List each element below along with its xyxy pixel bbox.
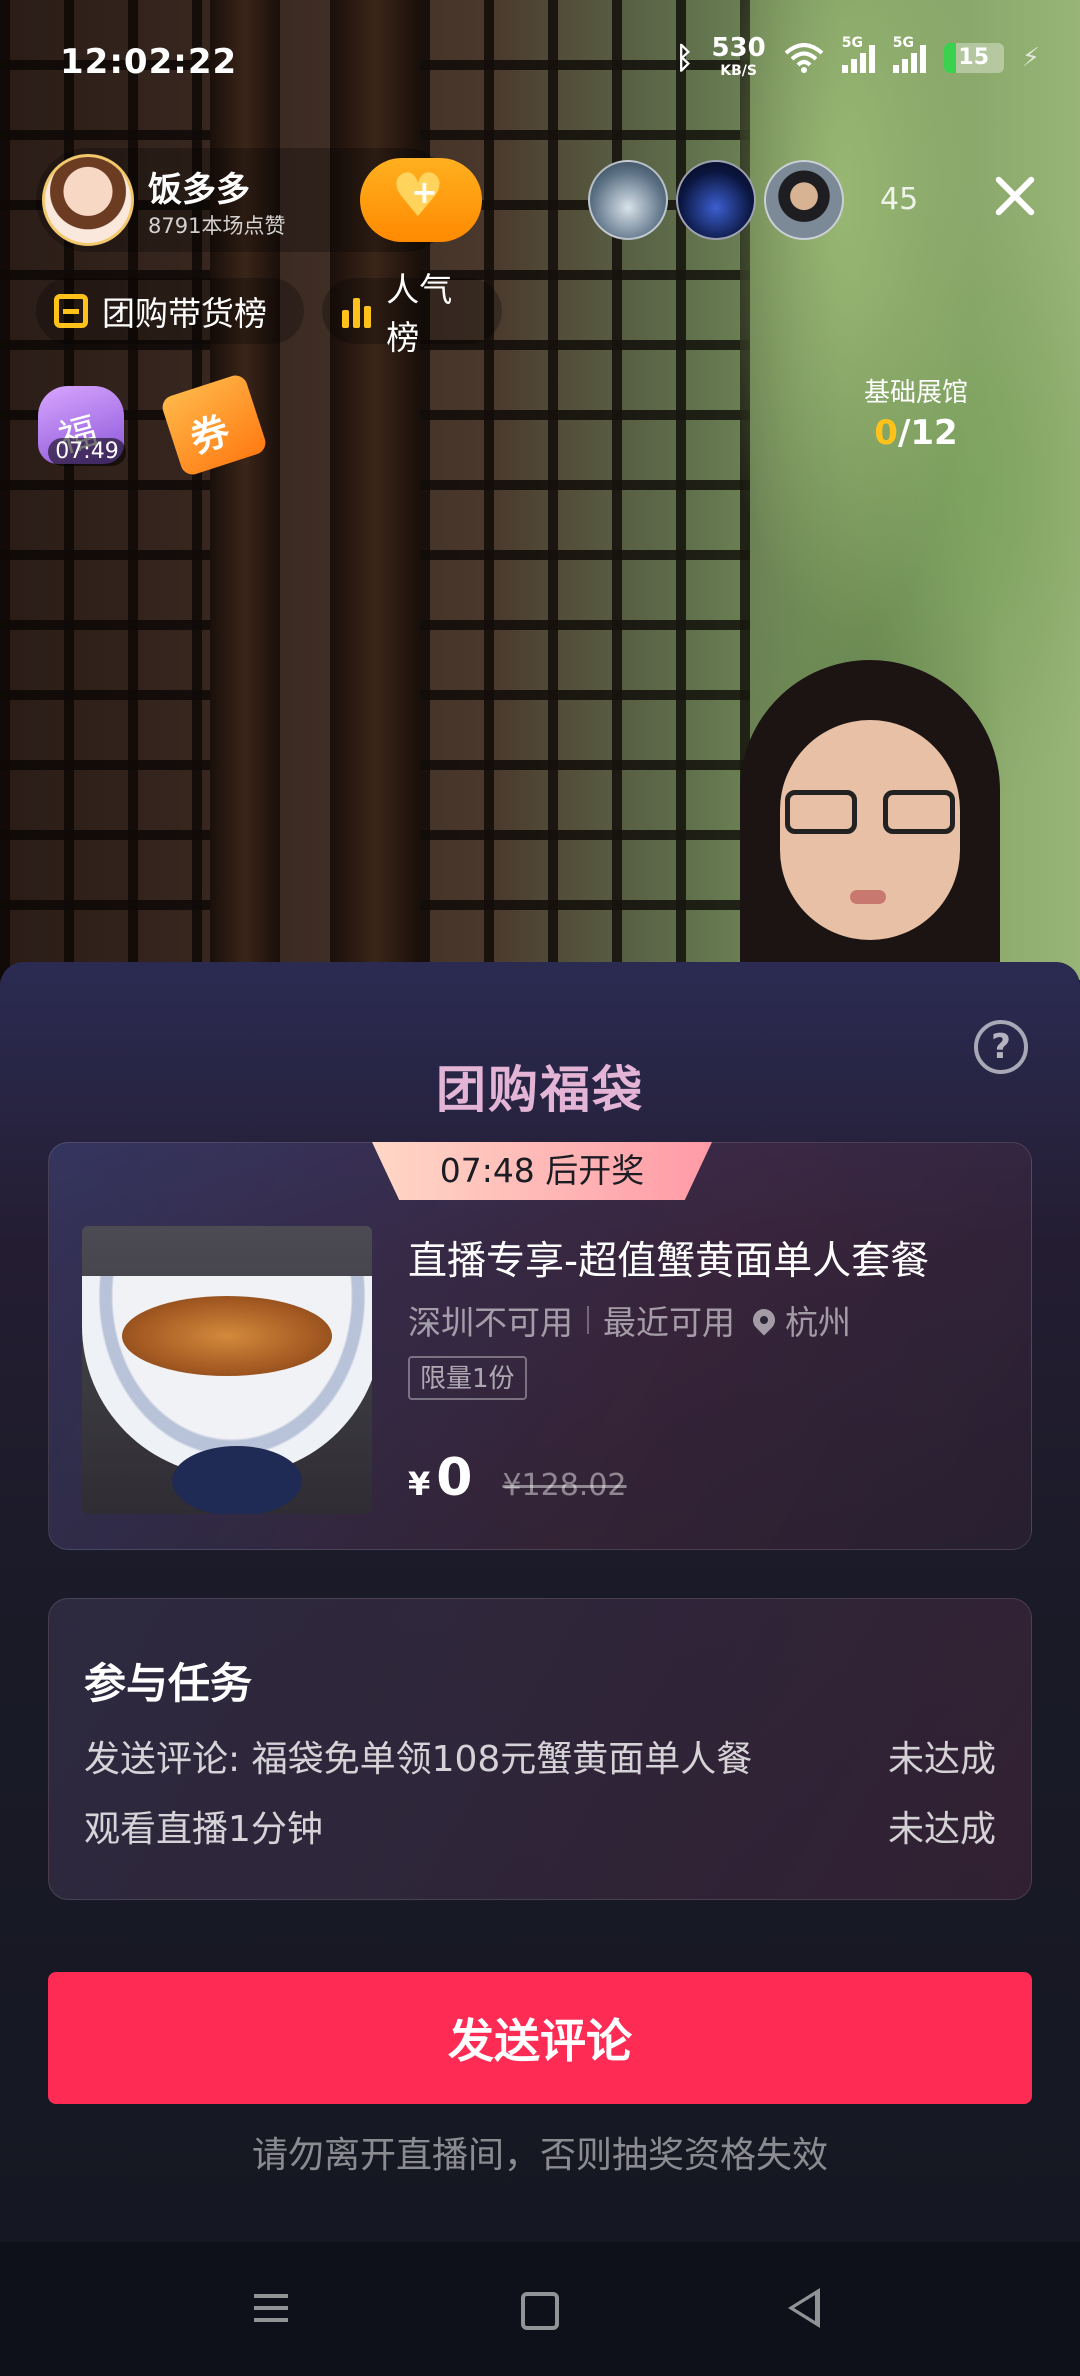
follow-heart-icon (391, 161, 451, 231)
home-icon[interactable] (478, 2242, 598, 2376)
lucky-bag-timer: 07:49 (48, 438, 126, 466)
navigation-bar (0, 2242, 1080, 2376)
group-buy-rank-chip[interactable]: 团购带货榜 (36, 278, 304, 344)
status-time: 12:02:22 (60, 42, 238, 82)
popularity-rank-chip[interactable]: 人气榜 (322, 270, 502, 357)
streamer (660, 660, 1080, 980)
exhibition-progress[interactable]: 基础展馆 0/12 (836, 372, 996, 453)
task-label: 观看直播1分钟 (84, 1809, 323, 1850)
product-image[interactable] (82, 1226, 372, 1514)
limit-tag: 限量1份 (408, 1356, 527, 1400)
wooden-pillar (210, 0, 280, 980)
location-pin-icon (748, 1304, 780, 1336)
viewer-avatar[interactable] (676, 160, 756, 240)
lucky-bag-badge[interactable]: 07:49 (34, 372, 130, 468)
viewer-avatar[interactable] (764, 160, 844, 240)
follow-button[interactable] (360, 158, 482, 242)
host-likes: 8791本场点赞 (148, 214, 286, 238)
task-status: 未达成 (887, 1739, 996, 1780)
original-price: ¥128.02 (502, 1468, 627, 1503)
task-row: 发送评论: 福袋免单领108元蟹黄面单人餐 未达成 (84, 1730, 996, 1782)
product-price: ¥ 0 ¥128.02 (408, 1448, 627, 1508)
task-label: 发送评论: 福袋免单领108元蟹黄面单人餐 (84, 1739, 753, 1780)
wooden-window-left (0, 0, 210, 980)
bar-chart-icon (340, 294, 372, 328)
popularity-rank-label: 人气榜 (386, 270, 453, 357)
wooden-pillar (330, 0, 420, 980)
avatar[interactable] (42, 154, 134, 246)
product-name: 直播专享-超值蟹黄面单人套餐 (408, 1239, 930, 1284)
charging-icon: ⚡ (1021, 43, 1040, 73)
bluetooth-icon: ᛒ (675, 40, 694, 76)
close-icon[interactable] (986, 168, 1042, 224)
status-bar: 12:02:22 ᛒ 530 KB/S 5G 5G 15 ⚡ (0, 0, 1080, 120)
task-status: 未达成 (887, 1809, 996, 1850)
battery-icon: 15 (943, 43, 1004, 73)
viewer-count[interactable]: 45 (880, 182, 918, 217)
live-video (0, 0, 1080, 980)
exhibition-title: 基础展馆 (863, 378, 968, 408)
viewer-avatar[interactable] (588, 160, 668, 240)
draw-countdown: 07:48 后开奖 (372, 1142, 712, 1200)
back-icon[interactable] (746, 2242, 866, 2376)
task-title: 参与任务 (84, 1659, 253, 1708)
status-icons: ᛒ 530 KB/S 5G 5G 15 ⚡ (675, 33, 1040, 80)
warning-text: 请勿离开直播间，否则抽奖资格失效 (251, 2135, 828, 2176)
sheet-title: 团购福袋 (436, 1061, 644, 1119)
signal-icon: 5G (892, 35, 926, 73)
coupon-badge[interactable]: 券 (159, 370, 270, 478)
menu-icon[interactable] (210, 2242, 330, 2376)
group-buy-rank-label: 团购带货榜 (102, 294, 267, 333)
bag-icon (54, 294, 88, 328)
host-name: 饭多多 (148, 170, 250, 210)
signal-icon: 5G (841, 35, 875, 73)
net-speed: 530 KB/S (711, 33, 766, 79)
product-availability: 深圳不可用 最近可用 杭州 (408, 1303, 851, 1342)
send-comment-button[interactable]: 发送评论 (48, 1972, 1032, 2104)
help-icon[interactable]: ? (974, 1020, 1028, 1074)
exhibition-count: 0/12 (874, 413, 958, 453)
coupon-icon: 券 (159, 372, 269, 478)
task-row: 观看直播1分钟 未达成 (84, 1800, 996, 1852)
wifi-icon (784, 43, 824, 73)
